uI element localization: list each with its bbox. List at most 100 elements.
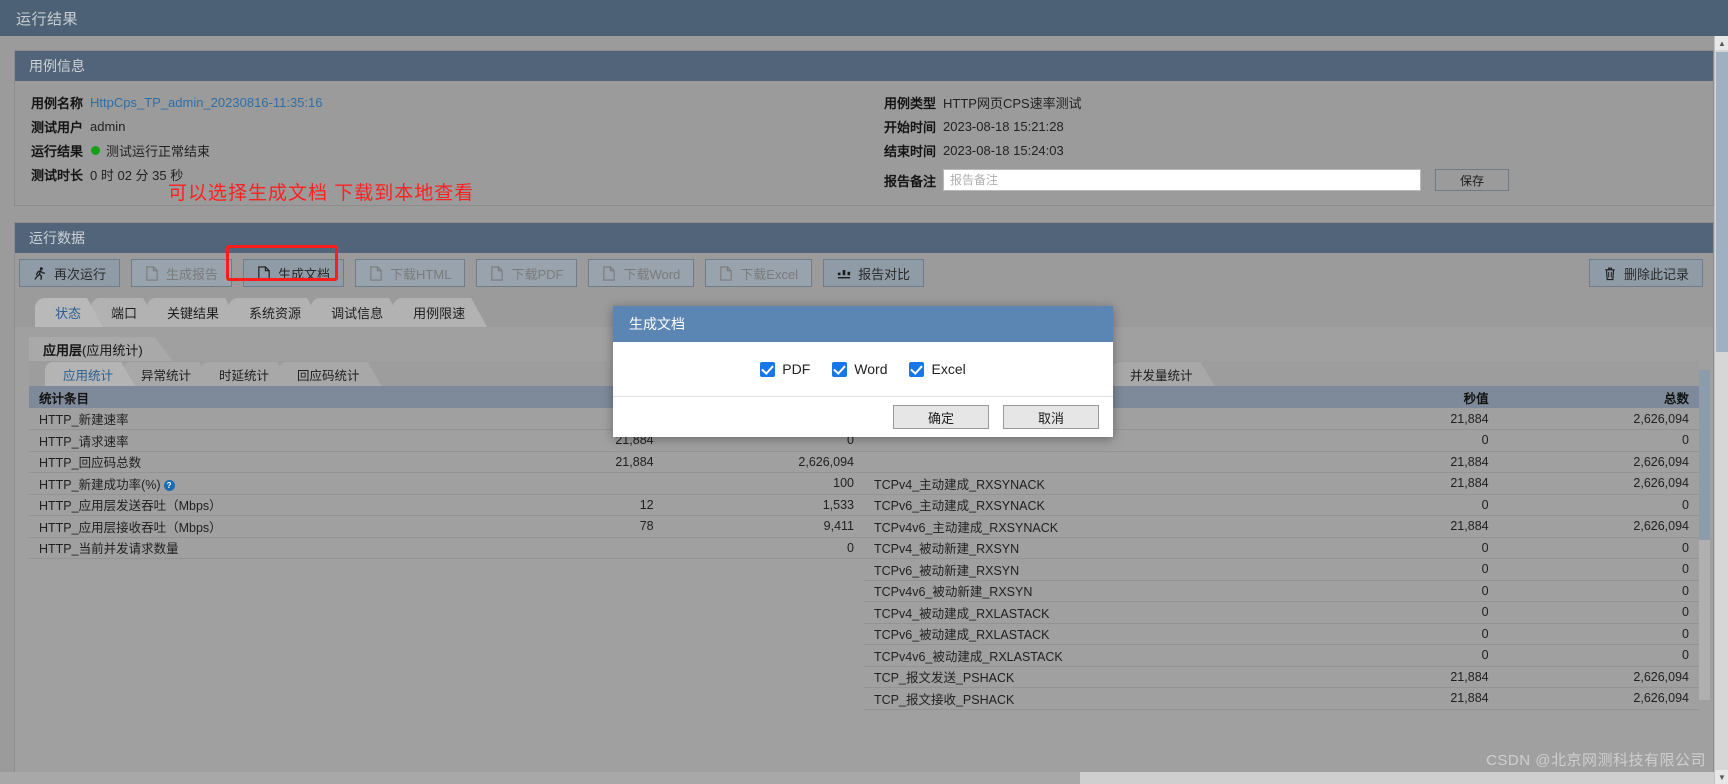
table-row[interactable]: 21,884 2,626,094 xyxy=(864,451,1699,473)
checkbox-word[interactable]: Word xyxy=(832,361,887,377)
download-word-button[interactable]: 下载Word xyxy=(588,259,695,287)
test-user-value: admin xyxy=(90,118,126,134)
download-html-button-label: 下载HTML xyxy=(390,266,452,282)
table-row[interactable]: TCP_报文发送_PSHACK 21,884 2,626,094 xyxy=(864,666,1699,688)
case-info-panel-title: 用例信息 xyxy=(29,58,85,74)
table-row[interactable]: TCPv4_被动新建_RXSYN 0 0 xyxy=(864,537,1699,559)
table-row[interactable]: TCPv6_被动建成_RXLASTACK 0 0 xyxy=(864,623,1699,645)
table-row[interactable]: HTTP_应用层发送吞吐（Mbps） 12 1,533 xyxy=(29,494,864,516)
save-button[interactable]: 保存 xyxy=(1435,169,1510,191)
report-remark-input[interactable] xyxy=(943,169,1422,191)
case-name-value[interactable]: HttpCps_TP_admin_20230816-11:35:16 xyxy=(90,95,322,110)
table-row[interactable]: TCP_报文接收_PSHACK 21,884 2,626,094 xyxy=(864,687,1699,710)
page-horizontal-scrollbar[interactable] xyxy=(0,772,1714,784)
subtab-app-stats[interactable]: 应用统计 xyxy=(45,362,135,386)
row-total: 0 xyxy=(1498,623,1699,645)
dialog-cancel-button[interactable]: 取消 xyxy=(1003,405,1099,429)
case-type-value: HTTP网页CPS速率测试 xyxy=(943,95,1082,111)
checkbox-pdf-label: PDF xyxy=(782,361,811,377)
dialog-body: PDF Word Excel xyxy=(613,342,1113,396)
subtab-latency-stats[interactable]: 时延统计 xyxy=(201,362,291,386)
subtab-exception-stats[interactable]: 异常统计 xyxy=(123,362,213,386)
scroll-up-arrow-icon[interactable]: ▲ xyxy=(1715,36,1728,50)
table-row[interactable]: HTTP_应用层接收吞吐（Mbps） 78 9,411 xyxy=(29,515,864,538)
row-total: 1,533 xyxy=(663,494,864,516)
report-remark-row: 报告备注 保存 xyxy=(884,167,1697,193)
end-time-value: 2023-08-18 15:24:03 xyxy=(943,142,1064,158)
tcp-stats-table-body: 21,884 2,626,094 0 0 21,884 2,626,094 TCPv4_主动… xyxy=(864,408,1699,710)
table-row[interactable]: TCPv4v6_被动建成_RXLASTACK 0 0 xyxy=(864,644,1699,667)
subtab-concurrency-stats[interactable]: 并发量统计 xyxy=(1112,362,1215,386)
table-row[interactable]: HTTP_新建成功率(%)? 100 xyxy=(29,472,864,495)
rerun-button[interactable]: 再次运行 xyxy=(19,259,121,287)
document-icon xyxy=(258,265,270,281)
row-sec: 12 xyxy=(463,494,664,516)
table-row[interactable]: TCPv4v6_被动新建_RXSYN 0 0 xyxy=(864,580,1699,602)
generate-document-button[interactable]: 生成文档 xyxy=(243,259,345,287)
row-total: 2,626,094 xyxy=(1498,687,1699,710)
table-row[interactable]: TCPv6_被动新建_RXSYN 0 0 xyxy=(864,558,1699,581)
window-title-bar: 运行结果 xyxy=(0,0,1728,36)
case-info-row-start: 开始时间 2023-08-18 15:21:28 xyxy=(884,115,1697,137)
row-sec: 21,884 xyxy=(1298,472,1499,495)
row-name: HTTP_应用层发送吞吐（Mbps） xyxy=(29,494,464,516)
dialog-footer: 确定 取消 xyxy=(613,396,1113,437)
subtab-response-code-stats[interactable]: 回应码统计 xyxy=(279,362,382,386)
table-row[interactable]: HTTP_当前并发请求数量 0 xyxy=(29,537,864,559)
row-name: HTTP_应用层接收吞吐（Mbps） xyxy=(29,515,464,538)
end-time-label: 结束时间 xyxy=(884,143,937,159)
download-pdf-button[interactable]: 下载PDF xyxy=(476,259,578,287)
scroll-down-arrow-icon[interactable]: ▼ xyxy=(1715,770,1728,784)
report-compare-button[interactable]: 报告对比 xyxy=(823,259,925,287)
help-icon[interactable]: ? xyxy=(163,479,175,491)
table-vertical-scrollbar[interactable] xyxy=(1699,370,1710,700)
case-info-row-duration: 测试时长 0 时 02 分 35 秒 xyxy=(31,163,864,185)
row-sec: 0 xyxy=(1298,558,1499,581)
download-excel-button-label: 下载Excel xyxy=(740,266,799,282)
row-name: TCP_报文发送_PSHACK xyxy=(864,666,1299,688)
table-row[interactable]: TCPv4v6_主动建成_RXSYNACK 21,884 2,626,094 xyxy=(864,515,1699,538)
row-name-with-help: HTTP_新建成功率(%)? xyxy=(29,472,464,495)
table-row[interactable]: TCPv4_主动建成_RXSYNACK 21,884 2,626,094 xyxy=(864,472,1699,495)
page-vertical-scrollbar[interactable]: ▲ ▼ xyxy=(1714,36,1728,784)
document-icon xyxy=(603,265,616,281)
tab-debug-info-label: 调试信息 xyxy=(331,306,384,321)
generate-report-button[interactable]: 生成报告 xyxy=(131,259,233,287)
row-name: TCPv4_被动建成_RXLASTACK xyxy=(864,601,1299,624)
col-second-value-right[interactable]: 秒值 xyxy=(1298,386,1499,408)
delete-record-button-label: 删除此记录 xyxy=(1623,266,1689,282)
row-sec: 21,884 xyxy=(463,451,664,473)
test-duration-label: 测试时长 xyxy=(31,167,84,183)
page-scrollbar-thumb[interactable] xyxy=(1716,52,1728,352)
row-name: TCPv6_主动建成_RXSYNACK xyxy=(864,494,1299,516)
table-row[interactable]: TCPv4_被动建成_RXLASTACK 0 0 xyxy=(864,601,1699,624)
table-row[interactable]: TCPv6_主动建成_RXSYNACK 0 0 xyxy=(864,494,1699,516)
row-total: 0 xyxy=(1498,558,1699,581)
tab-system-resources[interactable]: 系统资源 xyxy=(229,298,323,327)
col-stat-item[interactable]: 统计条目 xyxy=(29,386,464,408)
row-total: 0 xyxy=(1498,580,1699,602)
case-type-label: 用例类型 xyxy=(884,95,937,111)
tab-case-rate-limit[interactable]: 用例限速 xyxy=(393,298,487,327)
case-info-panel-body: 用例名称 HttpCps_TP_admin_20230816-11:35:16 … xyxy=(15,81,1713,205)
col-total-right[interactable]: 总数 xyxy=(1498,386,1699,408)
case-name-label: 用例名称 xyxy=(31,95,84,111)
checkbox-excel[interactable]: Excel xyxy=(909,361,966,377)
tab-debug-info[interactable]: 调试信息 xyxy=(311,298,405,327)
row-total: 100 xyxy=(663,472,864,495)
check-icon xyxy=(760,361,776,377)
row-name: TCPv4v6_被动新建_RXSYN xyxy=(864,580,1299,602)
table-row[interactable]: HTTP_回应码总数 21,884 2,626,094 xyxy=(29,451,864,473)
table-scrollbar-thumb[interactable] xyxy=(1699,370,1710,540)
subtab-app-stats-label: 应用统计 xyxy=(63,368,114,383)
test-user-label: 测试用户 xyxy=(31,119,84,135)
tab-key-results[interactable]: 关键结果 xyxy=(147,298,241,327)
download-pdf-button-label: 下载PDF xyxy=(511,266,564,282)
checkbox-pdf[interactable]: PDF xyxy=(760,361,810,377)
dialog-confirm-button[interactable]: 确定 xyxy=(893,405,989,429)
delete-record-button[interactable]: 删除此记录 xyxy=(1588,259,1703,287)
page-hscrollbar-thumb[interactable] xyxy=(0,772,1080,784)
download-html-button[interactable]: 下载HTML xyxy=(355,259,466,287)
case-info-row-end: 结束时间 2023-08-18 15:24:03 xyxy=(884,139,1697,161)
download-excel-button[interactable]: 下载Excel xyxy=(705,259,813,287)
